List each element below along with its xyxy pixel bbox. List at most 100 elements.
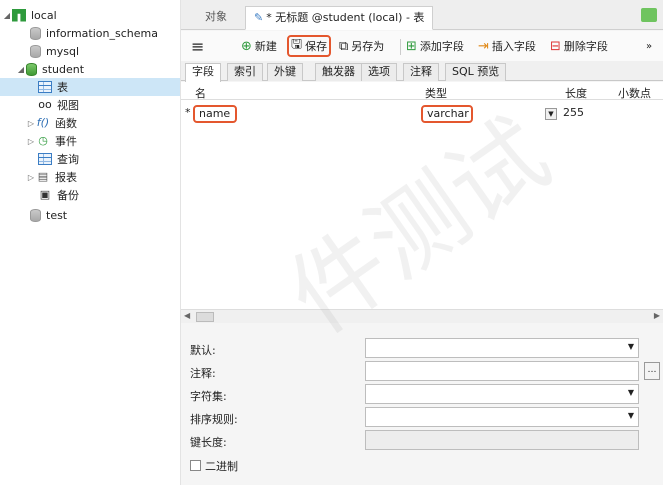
tab-title: * 无标题 @student (local) - 表	[266, 11, 425, 24]
grid-header: 名 类型 长度 小数点	[181, 82, 663, 100]
tree-item-events[interactable]: ▷ ◷ 事件	[26, 132, 77, 150]
default-select[interactable]: ▼	[365, 338, 639, 358]
save-as-button[interactable]: ⧉ 另存为	[339, 35, 384, 57]
tree-item-reports[interactable]: ▷ ▤ 报表	[26, 168, 77, 186]
new-label: 新建	[254, 40, 277, 53]
column-header-type[interactable]: 类型	[425, 85, 447, 101]
scroll-right-icon[interactable]: ▶	[654, 311, 660, 320]
report-icon: ▤	[37, 170, 49, 183]
toolbar-divider	[400, 39, 401, 55]
chevron-down-icon: ▼	[627, 388, 634, 397]
clock-icon: ◷	[38, 134, 48, 147]
key-length-label: 键长度:	[190, 436, 227, 449]
database-icon	[30, 26, 41, 40]
comment-label: 注释:	[190, 367, 216, 380]
new-tab-icon[interactable]	[641, 8, 657, 22]
tree-item-functions[interactable]: ▷ f() 函数	[26, 114, 77, 132]
comment-more-button[interactable]: …	[644, 362, 660, 380]
overflow-icon[interactable]: »	[646, 35, 652, 57]
tree-item-views[interactable]: oo 视图	[38, 96, 79, 114]
tab-foreign-keys[interactable]: 外键	[267, 63, 303, 81]
row-marker: *	[185, 106, 191, 119]
column-header-decimals[interactable]: 小数点	[618, 85, 651, 101]
field-name-cell[interactable]: name	[193, 105, 237, 123]
expand-arrow-icon[interactable]: ◢	[16, 65, 26, 74]
tree-label: student	[42, 62, 85, 76]
toolbar: ≡ ⊕ 新建 🖫 保存 ⧉ 另存为 ⊞ 添加字段 ⇥ 插入字段 ⊟ 删除字段 »	[181, 31, 663, 61]
tree-label: 表	[57, 81, 68, 94]
table-designer: 对象 ✎ * 无标题 @student (local) - 表 ≡ ⊕ 新建 🖫 保存…	[181, 0, 663, 485]
tab-triggers[interactable]: 触发器	[315, 63, 362, 81]
comment-input[interactable]	[365, 361, 639, 381]
insert-field-icon: ⇥	[478, 38, 489, 54]
tree-label: local	[31, 8, 57, 22]
expand-arrow-icon[interactable]: ◢	[2, 11, 12, 20]
new-icon: ⊕	[241, 38, 252, 54]
save-icon: 🖫	[291, 37, 303, 52]
tab-comment[interactable]: 注释	[403, 63, 439, 81]
column-header-name[interactable]: 名	[195, 85, 206, 101]
field-length-cell[interactable]: 255	[563, 106, 584, 119]
glasses-icon: oo	[38, 98, 52, 111]
insert-field-button[interactable]: ⇥ 插入字段	[478, 35, 536, 57]
tree-item-queries[interactable]: 查询	[38, 150, 79, 168]
save-button[interactable]: 🖫 保存	[287, 35, 332, 57]
charset-label: 字符集:	[190, 390, 227, 403]
field-type-cell[interactable]: varchar	[421, 105, 473, 123]
save-as-icon: ⧉	[339, 38, 349, 54]
tree-label: information_schema	[46, 26, 158, 40]
tab-sql-preview[interactable]: SQL 预览	[445, 63, 507, 81]
chevron-down-icon: ▼	[627, 411, 634, 420]
tree-db-information-schema[interactable]: information_schema	[30, 24, 158, 42]
database-icon	[30, 208, 41, 222]
column-header-length[interactable]: 长度	[565, 85, 587, 101]
query-icon	[38, 153, 52, 165]
add-field-label: 添加字段	[419, 40, 464, 53]
tab-objects[interactable]: 对象	[197, 6, 235, 30]
type-dropdown-icon[interactable]: ▼	[545, 108, 557, 120]
tab-options[interactable]: 选项	[361, 63, 397, 81]
field-properties: 默认: ▼ 注释: … 字符集: ▼ 排序规则: ▼ 键长度: 二进制	[181, 324, 663, 485]
chevron-down-icon: ▼	[627, 342, 634, 351]
collation-select[interactable]: ▼	[365, 407, 639, 427]
save-as-label: 另存为	[351, 40, 385, 53]
delete-field-icon: ⊟	[550, 38, 561, 54]
tree-label: mysql	[46, 44, 79, 58]
scroll-left-icon[interactable]: ◀	[184, 311, 190, 320]
tree-label: test	[46, 208, 68, 222]
collapse-arrow-icon[interactable]: ▷	[26, 119, 36, 128]
tree-label: 查询	[57, 153, 79, 166]
tree-item-backups[interactable]: ▣ 备份	[38, 186, 79, 204]
collapse-arrow-icon[interactable]: ▷	[26, 137, 36, 146]
delete-field-button[interactable]: ⊟ 删除字段	[550, 35, 608, 57]
tab-current-table[interactable]: ✎ * 无标题 @student (local) - 表	[245, 6, 434, 30]
tree-connection-local[interactable]: ◢ local	[2, 6, 57, 24]
tree-db-mysql[interactable]: mysql	[30, 42, 79, 60]
collapse-arrow-icon[interactable]: ▷	[26, 173, 36, 182]
connection-icon	[12, 8, 26, 22]
tab-indexes[interactable]: 索引	[227, 63, 263, 81]
delete-field-label: 删除字段	[563, 40, 608, 53]
menu-icon[interactable]: ≡	[191, 35, 204, 57]
tree-item-tables[interactable]: 表	[0, 78, 180, 96]
save-label: 保存	[305, 40, 328, 53]
tree-db-test[interactable]: test	[30, 206, 67, 224]
new-button[interactable]: ⊕ 新建	[241, 35, 277, 57]
table-icon	[38, 81, 52, 93]
scroll-thumb[interactable]	[196, 312, 214, 322]
navigation-tree: ◢ local information_schema mysql ◢ stude…	[0, 0, 181, 485]
tree-label: 事件	[55, 135, 77, 148]
table-row[interactable]: * name varchar ▼ 255	[181, 104, 663, 124]
add-field-button[interactable]: ⊞ 添加字段	[406, 35, 464, 57]
default-label: 默认:	[190, 344, 216, 357]
charset-select[interactable]: ▼	[365, 384, 639, 404]
collation-label: 排序规则:	[190, 413, 238, 426]
table-edit-icon: ✎	[254, 11, 264, 24]
binary-checkbox[interactable]	[190, 460, 201, 471]
backup-icon: ▣	[39, 188, 51, 201]
tab-fields[interactable]: 字段	[185, 63, 221, 82]
tree-db-student[interactable]: ◢ student	[16, 60, 84, 78]
database-icon	[30, 44, 41, 58]
horizontal-scrollbar[interactable]: ◀ ▶	[181, 309, 663, 323]
database-open-icon	[26, 62, 37, 76]
